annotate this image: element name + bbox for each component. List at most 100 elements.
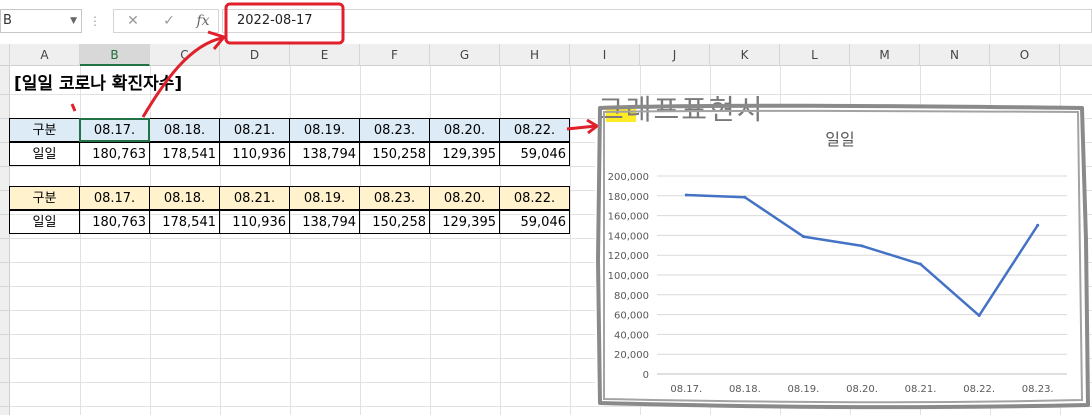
name-box[interactable]: B ▼ [0, 9, 82, 33]
more-options-icon[interactable]: ⋮ [88, 9, 102, 33]
column-header-b[interactable]: B [80, 44, 150, 66]
table1-value-cell[interactable]: 129,395 [429, 142, 500, 166]
cancel-icon[interactable]: ✕ [120, 9, 146, 33]
table2-value-cell[interactable]: 129,395 [429, 210, 500, 234]
tick-mark [70, 103, 77, 112]
y-tick-label: 180,000 [608, 192, 649, 203]
table2-date-cell[interactable]: 08.17. [79, 186, 150, 210]
column-header-g[interactable]: G [430, 44, 500, 66]
x-tick-label: 08.17. [670, 384, 702, 395]
sheet-title[interactable]: [일일 코로나 확진자수] [14, 69, 182, 94]
table2-date-cell[interactable]: 08.20. [429, 186, 500, 210]
table1-date-cell[interactable]: 08.19. [289, 118, 360, 142]
y-tick-label: 200,000 [608, 172, 649, 183]
table2-date-cell[interactable]: 08.21. [219, 186, 290, 210]
x-tick-label: 08.20. [846, 384, 878, 395]
column-headers: A B C D E F G H I J K L M N O [0, 44, 1092, 66]
y-tick-label: 100,000 [608, 271, 649, 282]
column-header-o[interactable]: O [990, 44, 1060, 66]
column-header-c[interactable]: C [150, 44, 220, 66]
grid-col-line [570, 66, 571, 415]
table2-value-cell[interactable]: 138,794 [289, 210, 360, 234]
row-divider [0, 262, 10, 263]
table1-value-cell[interactable]: 150,258 [359, 142, 430, 166]
data-point [801, 235, 805, 239]
table1-value-cell[interactable]: 110,936 [219, 142, 290, 166]
table2-header-label[interactable]: 구분 [9, 186, 80, 210]
table1-row-label[interactable]: 일일 [9, 142, 80, 166]
y-tick-label: 140,000 [608, 231, 649, 242]
x-tick-label: 08.21. [905, 384, 937, 395]
data-point [684, 193, 688, 197]
table2-date-cell[interactable]: 08.18. [149, 186, 220, 210]
column-header-a[interactable]: A [10, 44, 80, 66]
row-divider [0, 94, 10, 95]
table2-value-cell[interactable]: 178,541 [149, 210, 220, 234]
table1-value-cell[interactable]: 59,046 [499, 142, 570, 166]
data-point [977, 314, 981, 318]
table1-header-label[interactable]: 구분 [9, 118, 80, 142]
function-icon[interactable]: fx [190, 9, 216, 33]
y-tick-label: 60,000 [614, 311, 649, 322]
table2-date-cell[interactable]: 08.23. [359, 186, 430, 210]
table2-value-cell[interactable]: 150,258 [359, 210, 430, 234]
formula-input[interactable]: 2022-08-17 [222, 9, 1092, 33]
row-divider [0, 166, 10, 167]
data-point [919, 262, 923, 266]
table2-value-cell[interactable]: 180,763 [79, 210, 150, 234]
table1-date-cell[interactable]: 08.23. [359, 118, 430, 142]
x-tick-label: 08.22. [963, 384, 995, 395]
data-point [743, 195, 747, 199]
column-header-d[interactable]: D [220, 44, 290, 66]
table2-date-cell[interactable]: 08.22. [499, 186, 570, 210]
table1-value-cell[interactable]: 178,541 [149, 142, 220, 166]
column-header-m[interactable]: M [850, 44, 920, 66]
row-divider [0, 334, 10, 335]
right-arrow-line [566, 124, 597, 131]
select-all-corner[interactable] [0, 44, 10, 66]
data-point [1036, 223, 1040, 227]
row-divider [0, 238, 10, 239]
table1-date-cell[interactable]: 08.21. [219, 118, 290, 142]
table1-date-cell[interactable]: 08.18. [149, 118, 220, 142]
y-tick-label: 40,000 [614, 330, 649, 341]
table1-value-cell[interactable]: 180,763 [79, 142, 150, 166]
row-divider [0, 382, 10, 383]
table2-row-label[interactable]: 일일 [9, 210, 80, 234]
chevron-down-icon[interactable]: ▼ [70, 10, 77, 32]
grid-row-line [10, 94, 1092, 95]
y-tick-label: 160,000 [608, 212, 649, 223]
column-header-i[interactable]: I [570, 44, 640, 66]
y-tick-label: 20,000 [614, 350, 649, 361]
data-point [860, 244, 864, 248]
name-box-value: B [3, 13, 12, 28]
formula-bar: B ▼ ⋮ ✕ ✓ fx 2022-08-17 [0, 0, 1092, 44]
table1-date-cell[interactable]: 08.20. [429, 118, 500, 142]
x-tick-label: 08.23. [1022, 384, 1054, 395]
table1-date-cell[interactable]: 08.22. [499, 118, 570, 142]
column-header-e[interactable]: E [290, 44, 360, 66]
table1-date-cell[interactable]: 08.17. [79, 118, 150, 142]
handwritten-note: 그래프표현시 [598, 93, 765, 126]
row-divider [0, 310, 10, 311]
column-header-f[interactable]: F [360, 44, 430, 66]
x-tick-label: 08.19. [788, 384, 820, 395]
row-divider [0, 286, 10, 287]
y-tick-label: 0 [643, 370, 649, 381]
table2-date-cell[interactable]: 08.19. [289, 186, 360, 210]
column-header-n[interactable]: N [920, 44, 990, 66]
x-tick-label: 08.18. [729, 384, 761, 395]
chart-plot: 0 20,000 40,000 60,000 80,000 100,000 120,000 1… [608, 172, 1067, 395]
enter-icon[interactable]: ✓ [156, 9, 182, 33]
table2-value-cell[interactable]: 110,936 [219, 210, 290, 234]
table1-value-cell[interactable]: 138,794 [289, 142, 360, 166]
column-header-j[interactable]: J [640, 44, 710, 66]
table2-value-cell[interactable]: 59,046 [499, 210, 570, 234]
y-tick-label: 80,000 [614, 291, 649, 302]
column-header-k[interactable]: K [710, 44, 780, 66]
column-header-h[interactable]: H [500, 44, 570, 66]
row-divider [0, 358, 10, 359]
line-chart[interactable]: 일일 0 20,000 40,000 60,000 80,000 100,000 120,0… [595, 108, 1085, 405]
grid-row-line [10, 406, 1092, 407]
column-header-l[interactable]: L [780, 44, 850, 66]
